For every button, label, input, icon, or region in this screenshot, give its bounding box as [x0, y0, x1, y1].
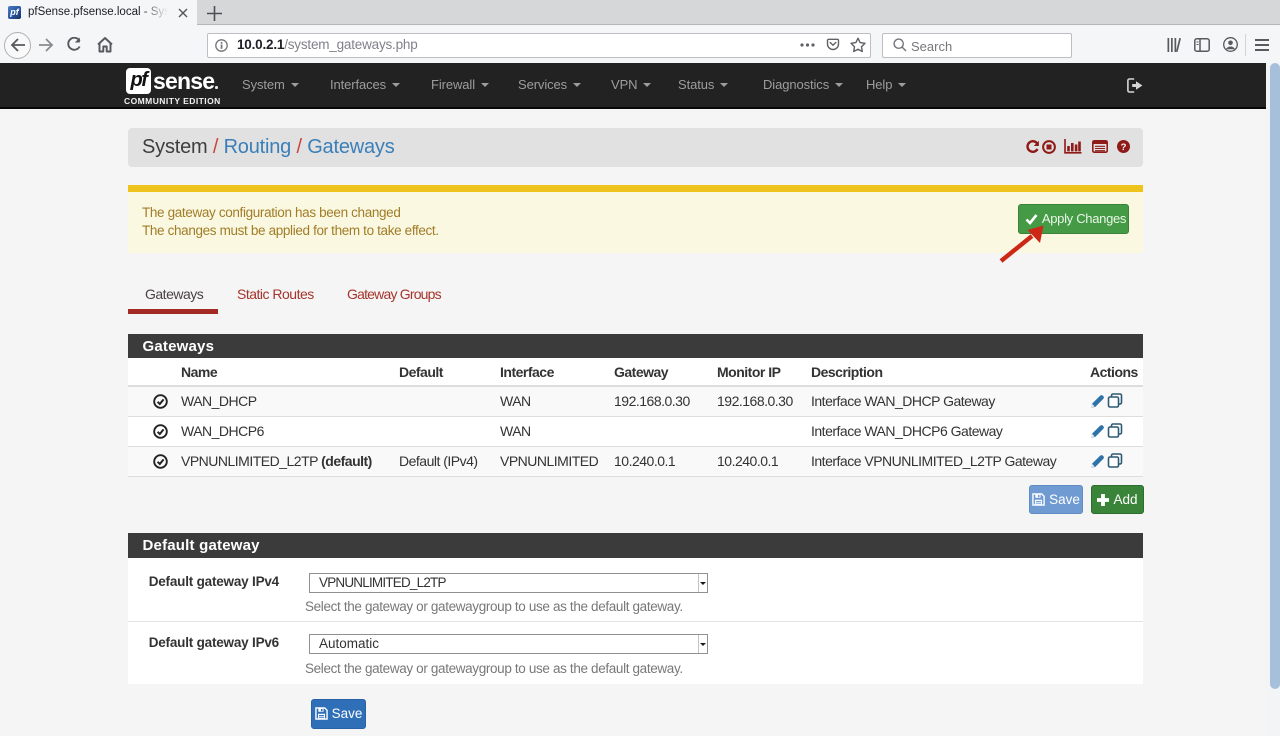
svg-text:?: ? [1121, 142, 1127, 153]
